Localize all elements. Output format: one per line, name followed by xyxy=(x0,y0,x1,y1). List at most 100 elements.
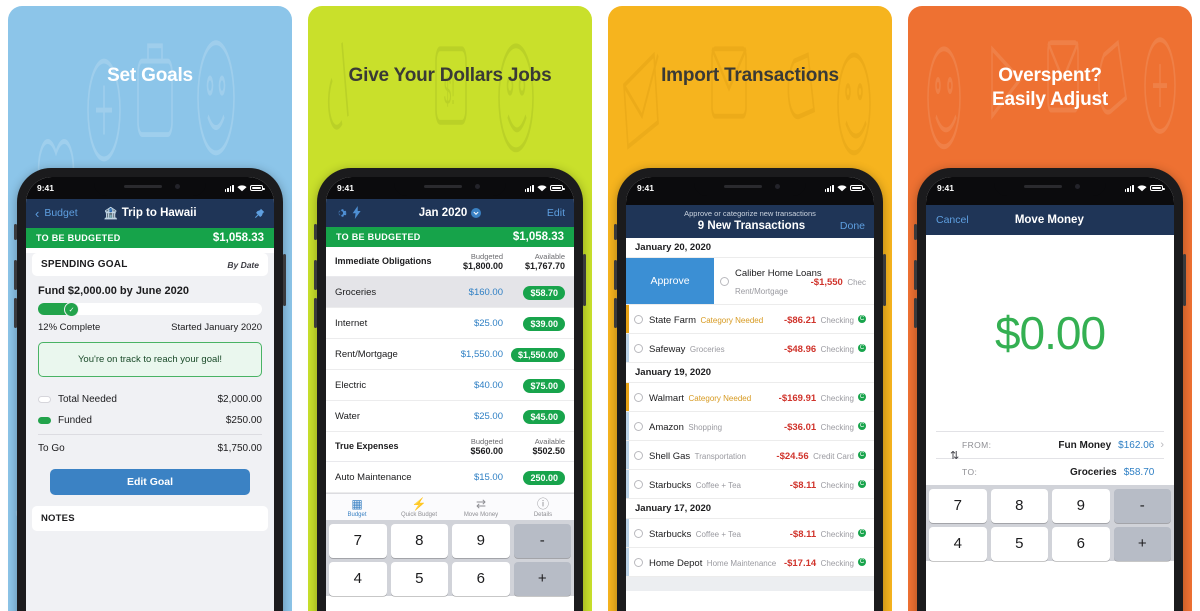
transaction-category[interactable]: Category Needed xyxy=(688,394,751,403)
category-available[interactable]: $58.70 xyxy=(503,283,565,301)
notes-section-header[interactable]: NOTES xyxy=(32,506,268,531)
select-radio[interactable] xyxy=(634,314,643,324)
budget-category-row[interactable]: Auto Maintenance $15.00 250.00 xyxy=(326,462,574,493)
pin-button[interactable] xyxy=(217,208,265,219)
tab-move-money[interactable]: ⇄ Move Money xyxy=(450,497,512,518)
transaction-row[interactable]: Approve Caliber Home Loans Rent/Mortgage… xyxy=(626,258,874,305)
category-available[interactable]: $45.00 xyxy=(503,407,565,425)
key-minus[interactable]: - xyxy=(1113,489,1171,523)
edit-goal-button[interactable]: Edit Goal xyxy=(50,469,250,495)
category-available[interactable]: $1,550.00 xyxy=(503,345,565,363)
key-4[interactable]: 4 xyxy=(329,562,387,596)
budget-category-row[interactable]: Rent/Mortgage $1,550.00 $1,550.00 xyxy=(326,339,574,370)
transaction-row[interactable]: Starbucks Coffee + Tea -$8.11 Checking C xyxy=(626,470,874,499)
select-radio[interactable] xyxy=(634,450,643,460)
key-9[interactable]: 9 xyxy=(1052,489,1110,523)
column-header-budgeted: Budgeted xyxy=(470,252,503,261)
key-4[interactable]: 4 xyxy=(929,527,987,561)
transfer-icon: ⇄ xyxy=(475,497,487,511)
month-label: Jan 2020 xyxy=(418,206,468,219)
budget-group-header[interactable]: Immediate Obligations Budgeted $1,800.00… xyxy=(326,247,574,277)
budget-category-row[interactable]: Water $25.00 $45.00 xyxy=(326,401,574,432)
key-plus[interactable]: + xyxy=(1113,527,1171,561)
info-icon: ⓘ xyxy=(536,497,549,511)
cancel-button[interactable]: Cancel xyxy=(936,214,969,226)
goal-summary-text: Fund $2,000.00 by June 2020 xyxy=(38,285,190,297)
spending-goal-label: SPENDING GOAL xyxy=(41,259,128,270)
from-row[interactable]: FROM: Fun Money $162.06 › xyxy=(936,431,1164,458)
select-radio[interactable] xyxy=(634,421,643,431)
gear-icon[interactable] xyxy=(335,207,347,219)
select-radio[interactable] xyxy=(634,392,643,402)
to-be-budgeted-bar[interactable]: TO BE BUDGETED $1,058.33 xyxy=(326,227,574,247)
budget-group-header[interactable]: True Expenses Budgeted $560.00 Available… xyxy=(326,432,574,462)
bolt-icon: ⚡ xyxy=(411,497,427,511)
category-budgeted[interactable]: $40.00 xyxy=(445,380,503,391)
tab-quick-budget[interactable]: ⚡ Quick Budget xyxy=(388,497,450,518)
back-button[interactable]: ‹ Budget xyxy=(35,207,83,220)
transactions-title-row: 9 New Transactions Done xyxy=(635,220,865,232)
approve-button[interactable]: Approve xyxy=(626,258,714,304)
done-button[interactable]: Done xyxy=(840,220,865,232)
key-7[interactable]: 7 xyxy=(329,524,387,558)
cellular-signal-icon xyxy=(824,184,834,192)
speaker-icon xyxy=(1024,185,1062,188)
spending-goal-header[interactable]: SPENDING GOAL By Date xyxy=(32,253,268,276)
budget-category-row[interactable]: Groceries $160.00 $58.70 xyxy=(326,277,574,308)
key-plus[interactable]: + xyxy=(513,562,571,596)
budgeted-column: Budgeted $1,800.00 xyxy=(441,252,503,271)
key-6[interactable]: 6 xyxy=(452,562,510,596)
app-store-preview-gallery: Set Goals 9:41 ‹ Budget 🏦 Trip to Hawaii… xyxy=(0,0,1200,611)
key-8[interactable]: 8 xyxy=(390,524,448,558)
swap-vertical-icon[interactable]: ⇅ xyxy=(950,449,959,462)
key-5[interactable]: 5 xyxy=(390,562,448,596)
transaction-payee: State Farm xyxy=(649,315,696,326)
tab-budget[interactable]: ▦ Budget xyxy=(326,497,388,518)
transaction-row[interactable]: Home Depot Home Maintenance -$17.14 Chec… xyxy=(626,548,874,577)
budget-group-name: Immediate Obligations xyxy=(335,255,432,266)
key-5[interactable]: 5 xyxy=(990,527,1048,561)
key-8[interactable]: 8 xyxy=(990,489,1048,523)
key-minus[interactable]: - xyxy=(513,524,571,558)
category-budgeted[interactable]: $160.00 xyxy=(445,287,503,298)
goal-emoji-icon: 🏦 xyxy=(103,208,118,220)
select-radio[interactable] xyxy=(634,479,643,489)
transaction-row[interactable]: State Farm Category Needed -$86.21 Check… xyxy=(626,305,874,334)
key-7[interactable]: 7 xyxy=(929,489,987,523)
select-radio[interactable] xyxy=(634,528,643,538)
category-name: Water xyxy=(335,410,360,422)
budget-category-row[interactable]: Internet $25.00 $39.00 xyxy=(326,308,574,339)
category-budgeted[interactable]: $25.00 xyxy=(445,411,503,422)
tab-details[interactable]: ⓘ Details xyxy=(512,497,574,518)
group-budgeted-value: $560.00 xyxy=(470,446,503,456)
select-radio[interactable] xyxy=(720,276,729,286)
category-available[interactable]: $75.00 xyxy=(503,376,565,394)
category-budgeted[interactable]: $15.00 xyxy=(445,472,503,483)
move-money-amount-display[interactable]: $0.00 xyxy=(926,235,1174,431)
to-category: Groceries xyxy=(1070,466,1117,478)
transaction-category[interactable]: Category Needed xyxy=(700,316,763,325)
available-column: Available $502.50 xyxy=(503,437,565,456)
transaction-row[interactable]: Starbucks Coffee + Tea -$8.11 Checking C xyxy=(626,519,874,548)
budget-category-row[interactable]: Electric $40.00 $75.00 xyxy=(326,370,574,401)
category-budgeted[interactable]: $1,550.00 xyxy=(445,349,503,360)
preview-panel-set-goals: Set Goals 9:41 ‹ Budget 🏦 Trip to Hawaii… xyxy=(0,0,300,611)
key-6[interactable]: 6 xyxy=(1052,527,1110,561)
check-icon: ✓ xyxy=(64,302,79,317)
key-9[interactable]: 9 xyxy=(452,524,510,558)
edit-button[interactable]: Edit xyxy=(517,207,565,219)
month-selector[interactable]: Jan 2020 xyxy=(419,207,482,219)
transaction-account: Credit Card xyxy=(813,452,854,461)
to-be-budgeted-bar[interactable]: TO BE BUDGETED $1,058.33 xyxy=(26,228,274,248)
select-radio[interactable] xyxy=(634,557,643,567)
category-budgeted[interactable]: $25.00 xyxy=(445,318,503,329)
transaction-row[interactable]: Safeway Groceries -$48.96 Checking C xyxy=(626,334,874,363)
transaction-row[interactable]: Amazon Shopping -$36.01 Checking C xyxy=(626,412,874,441)
to-row[interactable]: TO: Groceries $58.70 › xyxy=(936,458,1164,485)
transaction-row[interactable]: Walmart Category Needed -$169.91 Checkin… xyxy=(626,383,874,412)
bolt-icon[interactable] xyxy=(352,206,362,219)
category-available[interactable]: $39.00 xyxy=(503,314,565,332)
select-radio[interactable] xyxy=(634,343,643,353)
category-available[interactable]: 250.00 xyxy=(503,468,565,486)
transaction-row[interactable]: Shell Gas Transportation -$24.56 Credit … xyxy=(626,441,874,470)
